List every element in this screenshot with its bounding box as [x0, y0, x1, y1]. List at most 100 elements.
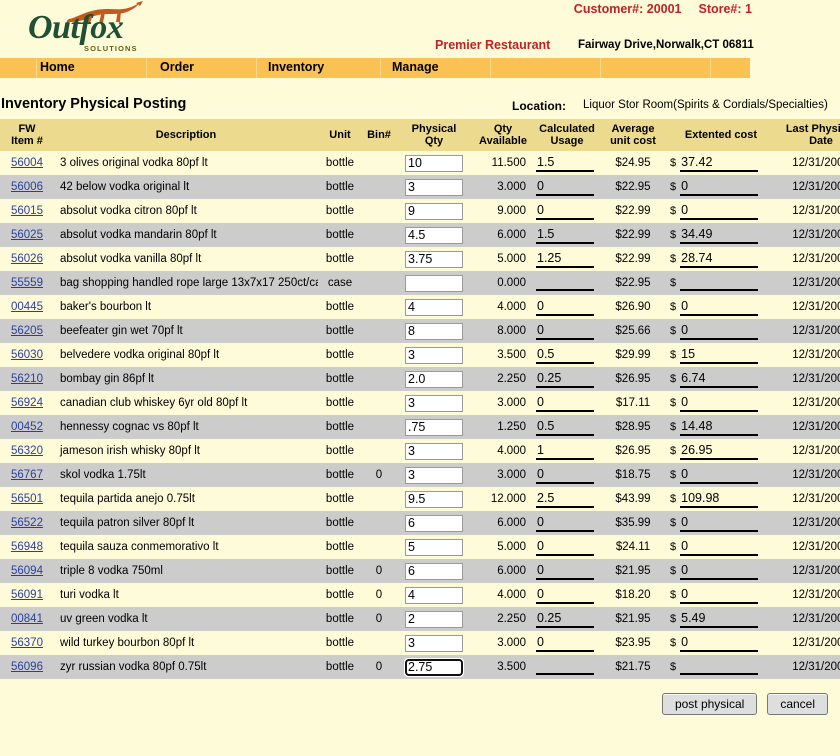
brand-tagline: SOLUTIONS	[84, 44, 138, 53]
item-number-link[interactable]: 56025	[11, 229, 43, 241]
physical-qty-input[interactable]	[405, 347, 463, 364]
currency-symbol: $	[668, 157, 680, 169]
cell-unit: bottle	[318, 223, 362, 247]
physical-qty-input[interactable]	[405, 491, 463, 508]
cell-calculated-usage: 0	[534, 295, 600, 319]
item-number-link[interactable]: 56210	[11, 373, 43, 385]
item-number-link[interactable]: 55559	[11, 277, 43, 289]
physical-qty-input[interactable]	[405, 419, 463, 436]
nav-item-inventory[interactable]: Inventory	[268, 60, 324, 74]
physical-qty-input[interactable]	[405, 275, 463, 292]
calculated-usage-value: 1	[536, 443, 594, 460]
cell-qty-available: 0.000	[472, 271, 534, 295]
physical-qty-input[interactable]	[405, 467, 463, 484]
physical-qty-input[interactable]	[405, 395, 463, 412]
item-number-link[interactable]: 56522	[11, 517, 43, 529]
item-number-link[interactable]: 56370	[11, 637, 43, 649]
cell-calculated-usage	[534, 655, 600, 679]
cell-qty-available: 9.000	[472, 199, 534, 223]
table-body: 560043 olives original vodka 80pf ltbott…	[0, 151, 840, 679]
store-label: Store#:	[698, 2, 741, 16]
nav-item-manage[interactable]: Manage	[392, 60, 439, 74]
currency-symbol: $	[668, 613, 680, 625]
cell-extented-cost: $28.74	[666, 247, 776, 271]
item-number-link[interactable]: 56096	[11, 661, 43, 673]
physical-qty-input[interactable]	[405, 659, 463, 676]
cell-last-physical-date: 12/31/2009	[776, 223, 840, 247]
physical-qty-input[interactable]	[405, 371, 463, 388]
currency-symbol: $	[668, 181, 680, 193]
cell-bin-number: 0	[362, 463, 396, 487]
physical-qty-input[interactable]	[405, 515, 463, 532]
cell-average-unit-cost: $26.95	[600, 439, 666, 463]
cancel-button[interactable]: cancel	[767, 693, 828, 715]
cell-calculated-usage: 2.5	[534, 487, 600, 511]
brand-logo[interactable]: Outfox SOLUTIONS	[28, 0, 158, 56]
cell-bin-number	[362, 151, 396, 175]
physical-qty-input[interactable]	[405, 227, 463, 244]
item-number-link[interactable]: 00452	[11, 421, 43, 433]
item-number-link[interactable]: 56924	[11, 397, 43, 409]
item-number-link[interactable]: 56030	[11, 349, 43, 361]
cell-unit: case	[318, 271, 362, 295]
cell-calculated-usage: 0.5	[534, 343, 600, 367]
cell-unit: bottle	[318, 391, 362, 415]
physical-qty-input[interactable]	[405, 203, 463, 220]
physical-qty-input[interactable]	[405, 539, 463, 556]
table-row: 56091turi vodka ltbottle04.0000$18.20$01…	[0, 583, 840, 607]
page-title-row: Inventory Physical Posting Location: Liq…	[0, 78, 840, 119]
cell-description: canadian club whiskey 6yr old 80pf lt	[54, 391, 318, 415]
item-number-link[interactable]: 56006	[11, 181, 43, 193]
column-header-last-physical-date: Last Physical Date	[776, 119, 840, 151]
item-number-link[interactable]: 56205	[11, 325, 43, 337]
calculated-usage-value: 0.5	[536, 419, 594, 436]
nav-item-home[interactable]: Home	[40, 60, 75, 74]
physical-qty-input[interactable]	[405, 251, 463, 268]
physical-qty-input[interactable]	[405, 611, 463, 628]
cell-unit: bottle	[318, 631, 362, 655]
physical-qty-input[interactable]	[405, 587, 463, 604]
physical-qty-input[interactable]	[405, 179, 463, 196]
cell-physical-qty	[396, 343, 472, 367]
item-number-link[interactable]: 56767	[11, 469, 43, 481]
item-number-link[interactable]: 56501	[11, 493, 43, 505]
cell-qty-available: 6.000	[472, 511, 534, 535]
item-number-link[interactable]: 56091	[11, 589, 43, 601]
physical-qty-input[interactable]	[405, 323, 463, 340]
item-number-link[interactable]: 56320	[11, 445, 43, 457]
item-number-link[interactable]: 56948	[11, 541, 43, 553]
cell-description: bombay gin 86pf lt	[54, 367, 318, 391]
cell-calculated-usage: 0	[534, 559, 600, 583]
extented-cost-value: 0	[680, 395, 758, 412]
item-number-link[interactable]: 56094	[11, 565, 43, 577]
physical-qty-input[interactable]	[405, 635, 463, 652]
item-number-link[interactable]: 00445	[11, 301, 43, 313]
cell-item-number: 56210	[0, 367, 54, 391]
column-header-calculated-usage: Calculated Usage	[534, 119, 600, 151]
cell-unit: bottle	[318, 559, 362, 583]
item-number-link[interactable]: 56026	[11, 253, 43, 265]
cell-description: beefeater gin wet 70pf lt	[54, 319, 318, 343]
brand-wordmark: Outfox	[28, 11, 123, 45]
currency-symbol: $	[668, 589, 680, 601]
cell-calculated-usage: 0	[534, 631, 600, 655]
extented-cost-value: 0	[680, 299, 758, 316]
cell-average-unit-cost: $23.95	[600, 631, 666, 655]
extented-cost-value: 28.74	[680, 251, 758, 268]
currency-symbol: $	[668, 541, 680, 553]
cell-average-unit-cost: $29.99	[600, 343, 666, 367]
post-physical-button[interactable]: post physical	[662, 693, 757, 715]
extented-cost-value: 14.48	[680, 419, 758, 436]
physical-qty-input[interactable]	[405, 563, 463, 580]
physical-qty-input[interactable]	[405, 299, 463, 316]
item-number-link[interactable]: 56015	[11, 205, 43, 217]
extented-cost-value: 26.95	[680, 443, 758, 460]
item-number-link[interactable]: 00841	[11, 613, 43, 625]
cell-calculated-usage: 0	[534, 583, 600, 607]
physical-qty-input[interactable]	[405, 443, 463, 460]
nav-item-order[interactable]: Order	[160, 60, 194, 74]
item-number-link[interactable]: 56004	[11, 157, 43, 169]
cell-average-unit-cost: $22.95	[600, 271, 666, 295]
physical-qty-input[interactable]	[405, 155, 463, 172]
cell-description: triple 8 vodka 750ml	[54, 559, 318, 583]
